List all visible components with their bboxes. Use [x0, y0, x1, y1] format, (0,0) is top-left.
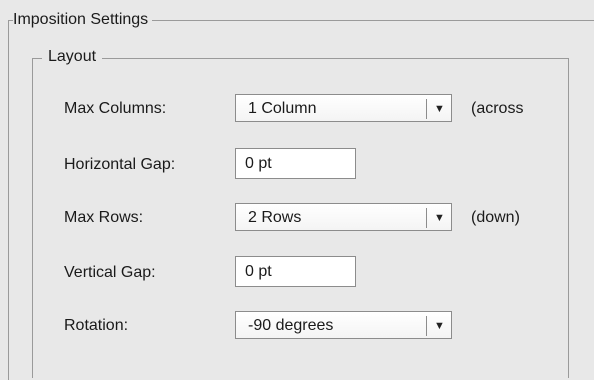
- imposition-settings-title: Imposition Settings: [13, 10, 153, 30]
- vertical-gap-value: 0 pt: [245, 263, 272, 280]
- rotation-label: Rotation:: [64, 317, 129, 334]
- chevron-down-icon[interactable]: ▼: [434, 101, 445, 117]
- rotation-value: -90 degrees: [248, 317, 334, 334]
- max-rows-label: Max Rows:: [64, 209, 144, 226]
- vertical-gap-label: Vertical Gap:: [64, 264, 156, 281]
- horizontal-gap-field[interactable]: 0 pt: [235, 148, 356, 179]
- max-columns-value: 1 Column: [248, 100, 317, 117]
- max-rows-select[interactable]: 2 Rows ▼: [235, 203, 452, 231]
- chevron-down-icon[interactable]: ▼: [434, 210, 445, 226]
- chevron-down-icon[interactable]: ▼: [434, 318, 445, 334]
- horizontal-gap-label: Horizontal Gap:: [64, 156, 176, 173]
- vertical-gap-field[interactable]: 0 pt: [235, 256, 356, 287]
- max-rows-divider: [426, 208, 427, 228]
- rotation-select[interactable]: -90 degrees ▼: [235, 311, 452, 339]
- max-columns-select[interactable]: 1 Column ▼: [235, 94, 452, 122]
- max-rows-suffix: (down): [471, 209, 520, 226]
- rotation-divider: [426, 316, 427, 336]
- max-columns-suffix: (across: [471, 100, 524, 117]
- horizontal-gap-value: 0 pt: [245, 155, 272, 172]
- max-columns-label: Max Columns:: [64, 100, 167, 117]
- imposition-settings-border: [212, 20, 594, 21]
- max-rows-value: 2 Rows: [248, 209, 302, 226]
- max-columns-divider: [426, 99, 427, 119]
- layout-title: Layout: [42, 47, 103, 67]
